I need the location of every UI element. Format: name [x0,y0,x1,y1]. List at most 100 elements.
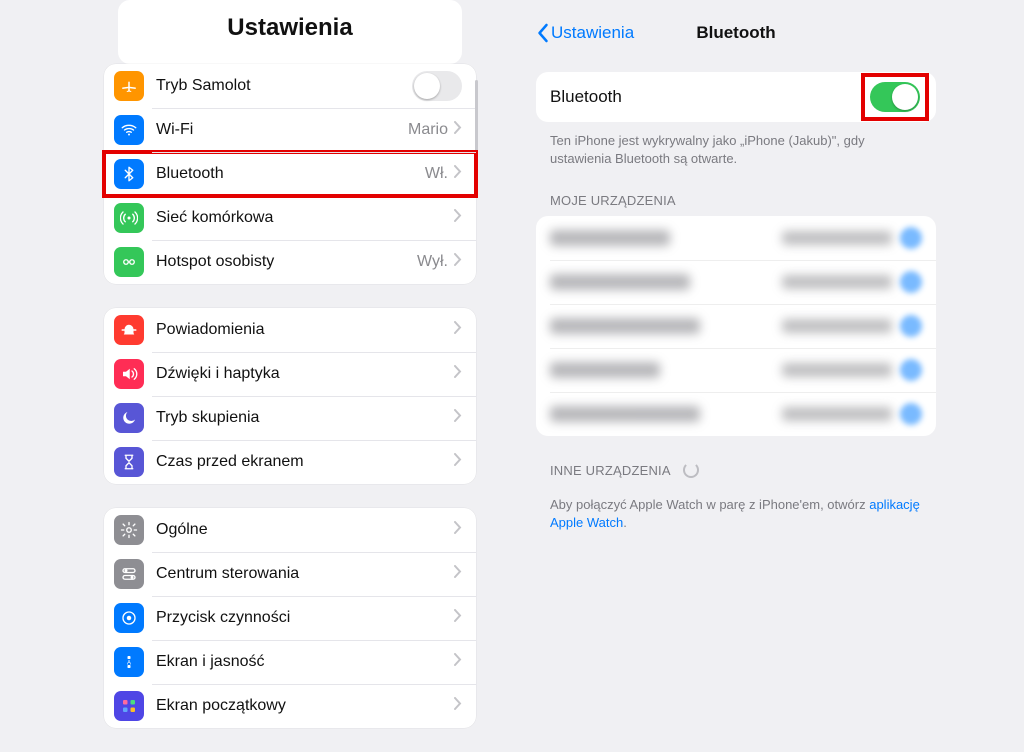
info-icon[interactable] [900,271,922,293]
row-label: Bluetooth [156,165,425,183]
chevron-right-icon [454,365,462,383]
chevron-right-icon [454,609,462,627]
chevron-right-icon [454,453,462,471]
chevron-left-icon [536,23,549,43]
info-icon[interactable] [900,315,922,337]
hourglass-icon [114,447,144,477]
device-status-blurred [782,363,892,377]
device-name-blurred [550,230,670,246]
device-status-blurred [782,319,892,333]
row-label: Tryb skupienia [156,409,454,427]
chevron-right-icon [454,653,462,671]
settings-row-toggles[interactable]: Centrum sterowania [104,552,476,596]
chevron-right-icon [454,121,462,139]
cellular-icon [114,203,144,233]
settings-row-sun[interactable]: A Ekran i jasność [104,640,476,684]
other-devices-header: INNE URZĄDZENIA [536,436,936,486]
grid-icon [114,691,144,721]
row-label: Sieć komórkowa [156,209,454,227]
settings-row-speaker[interactable]: Dźwięki i haptyka [104,352,476,396]
info-icon[interactable] [900,359,922,381]
device-row[interactable] [536,392,936,436]
hotspot-icon [114,247,144,277]
svg-text:A: A [127,660,131,666]
row-value: Wył. [417,253,448,271]
chevron-right-icon [454,565,462,583]
apple-watch-hint: Aby połączyć Apple Watch w parę z iPhone… [536,486,936,542]
device-row[interactable] [536,304,936,348]
page-title: Ustawienia [118,0,462,62]
bluetooth-toggle-row: Bluetooth [536,72,936,122]
watch-text-1: Aby połączyć Apple Watch w parę z iPhone… [550,497,869,512]
bluetooth-toggle-label: Bluetooth [550,87,868,107]
airplane-icon [114,71,144,101]
row-label: Czas przed ekranem [156,453,454,471]
device-row[interactable] [536,348,936,392]
wifi-icon [114,115,144,145]
settings-row-hourglass[interactable]: Czas przed ekranem [104,440,476,484]
screen-title: Bluetooth [696,23,775,43]
device-status-blurred [782,275,892,289]
gear-icon [114,515,144,545]
chevron-right-icon [454,165,462,183]
spinner-icon [683,462,699,478]
nav-bar: Ustawienia Bluetooth [536,10,936,56]
device-status-blurred [782,407,892,421]
settings-row-cellular[interactable]: Sieć komórkowa [104,196,476,240]
row-label: Ekran początkowy [156,697,454,715]
settings-row-action[interactable]: Przycisk czynności [104,596,476,640]
settings-row-hotspot[interactable]: Hotspot osobistyWył. [104,240,476,284]
info-icon[interactable] [900,227,922,249]
device-row[interactable] [536,260,936,304]
row-value: Mario [408,121,448,139]
bluetooth-switch[interactable] [870,82,920,112]
chevron-right-icon [454,409,462,427]
action-icon [114,603,144,633]
row-label: Ekran i jasność [156,653,454,671]
back-label: Ustawienia [551,23,634,43]
chevron-right-icon [454,521,462,539]
watch-text-2: . [623,515,627,530]
settings-group: Powiadomienia Dźwięki i haptyka Tryb skupi… [104,308,476,484]
sun-icon: A [114,647,144,677]
row-label: Centrum sterowania [156,565,454,583]
settings-group: Tryb SamolotWi-FiMarioBluetoothWł.Sieć k… [104,64,476,284]
chevron-right-icon [454,697,462,715]
bluetooth-icon [114,159,144,189]
device-name-blurred [550,406,700,422]
chevron-right-icon [454,209,462,227]
settings-group: Ogólne Centrum sterowania Przycisk czynnoś… [104,508,476,728]
discoverable-text: Ten iPhone jest wykrywalny jako „iPhone … [536,122,936,167]
settings-row-bluetooth[interactable]: BluetoothWł. [104,152,476,196]
chevron-right-icon [454,253,462,271]
other-devices-label: INNE URZĄDZENIA [550,463,671,478]
airplane-switch[interactable] [412,71,462,101]
highlight-box [868,80,922,114]
back-button[interactable]: Ustawienia [536,23,634,43]
settings-row-wifi[interactable]: Wi-FiMario [104,108,476,152]
device-name-blurred [550,318,700,334]
settings-row-grid[interactable]: Ekran początkowy [104,684,476,728]
settings-row-airplane[interactable]: Tryb Samolot [104,64,476,108]
info-icon[interactable] [900,403,922,425]
device-name-blurred [550,274,690,290]
settings-row-bell[interactable]: Powiadomienia [104,308,476,352]
row-label: Przycisk czynności [156,609,454,627]
row-value: Wł. [425,165,448,183]
settings-row-moon[interactable]: Tryb skupienia [104,396,476,440]
row-label: Dźwięki i haptyka [156,365,454,383]
row-label: Powiadomienia [156,321,454,339]
toggles-icon [114,559,144,589]
speaker-icon [114,359,144,389]
device-name-blurred [550,362,660,378]
settings-row-gear[interactable]: Ogólne [104,508,476,552]
device-list [536,216,936,436]
bell-icon [114,315,144,345]
moon-icon [114,403,144,433]
row-label: Hotspot osobisty [156,253,417,271]
chevron-right-icon [454,321,462,339]
device-status-blurred [782,231,892,245]
row-label: Tryb Samolot [156,77,412,95]
device-row[interactable] [536,216,936,260]
row-label: Ogólne [156,521,454,539]
